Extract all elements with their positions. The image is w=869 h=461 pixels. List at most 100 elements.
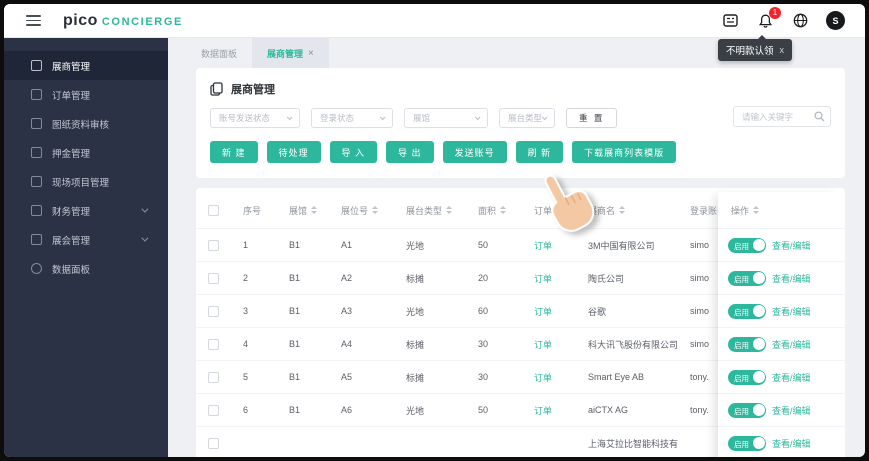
enable-toggle-label: 启用 bbox=[734, 406, 749, 416]
operations-cell: 启用 查看/编辑 bbox=[718, 360, 845, 393]
view-edit-link[interactable]: 查看/编辑 bbox=[772, 272, 811, 285]
claim-card-icon[interactable] bbox=[721, 12, 739, 30]
filter-select[interactable]: 登录状态 bbox=[311, 108, 393, 128]
menu-toggle-icon[interactable] bbox=[26, 15, 41, 26]
order-link[interactable]: 订单 bbox=[534, 305, 588, 318]
exhibitor-management-icon bbox=[31, 60, 42, 71]
enable-toggle-label: 启用 bbox=[734, 274, 749, 284]
view-edit-link[interactable]: 查看/编辑 bbox=[772, 371, 811, 384]
sidebar-item[interactable]: 展会管理 bbox=[4, 225, 168, 254]
onsite-project-icon bbox=[31, 176, 42, 187]
filter-select[interactable]: 账号发送状态 bbox=[210, 108, 300, 128]
enable-toggle[interactable]: 启用 bbox=[728, 369, 766, 385]
enable-toggle[interactable]: 启用 bbox=[728, 402, 766, 418]
col-header-order[interactable]: 订单 bbox=[534, 204, 588, 217]
cell-no: 5 bbox=[243, 372, 249, 382]
sidebar-item[interactable]: 财务管理 bbox=[4, 196, 168, 225]
top-icon-group: 1 S bbox=[721, 6, 845, 30]
view-edit-link[interactable]: 查看/编辑 bbox=[772, 305, 811, 318]
action-button[interactable]: 待处理 bbox=[266, 141, 321, 163]
enable-toggle[interactable]: 启用 bbox=[728, 336, 766, 352]
tab-close-icon[interactable]: × bbox=[308, 48, 314, 59]
sidebar-item[interactable]: 现场项目管理 bbox=[4, 167, 168, 196]
action-button[interactable]: 刷 新 bbox=[515, 141, 564, 163]
globe-icon[interactable] bbox=[791, 12, 809, 30]
col-header-type[interactable]: 展台类型 bbox=[406, 204, 478, 217]
order-link[interactable]: 订单 bbox=[534, 404, 588, 417]
sidebar-item[interactable]: 订单管理 bbox=[4, 80, 168, 109]
enable-toggle[interactable]: 启用 bbox=[728, 303, 766, 319]
notifications-bell-icon[interactable]: 1 bbox=[756, 6, 781, 30]
order-link[interactable]: 订单 bbox=[534, 338, 588, 351]
deposit-management-icon bbox=[31, 147, 42, 158]
action-button[interactable]: 导 入 bbox=[329, 141, 378, 163]
action-button[interactable]: 发送账号 bbox=[442, 141, 507, 163]
cell-area: 60 bbox=[478, 306, 489, 316]
view-edit-link[interactable]: 查看/编辑 bbox=[772, 437, 811, 450]
cell-no: 6 bbox=[243, 405, 249, 415]
toolbar-panel: 展商管理 账号发送状态 登录状态 展馆 展台类型 重 置 请输入关键字 新 建 … bbox=[196, 68, 845, 178]
row-checkbox[interactable] bbox=[207, 371, 219, 383]
view-edit-link[interactable]: 查看/编辑 bbox=[772, 338, 811, 351]
cell-exhibitor-name: 3M中国有限公司 bbox=[588, 240, 655, 251]
view-edit-link[interactable]: 查看/编辑 bbox=[772, 404, 811, 417]
tab-label: 展商管理 bbox=[267, 48, 304, 59]
exhibition-management-icon bbox=[31, 234, 42, 245]
enable-toggle[interactable]: 启用 bbox=[728, 435, 766, 451]
top-bar: pico CONCIERGE 1 S bbox=[4, 4, 865, 38]
action-button[interactable]: 下载展商列表模版 bbox=[572, 141, 677, 163]
toggle-knob bbox=[752, 371, 765, 383]
document-copy-icon bbox=[210, 82, 223, 96]
row-checkbox[interactable] bbox=[207, 437, 219, 449]
enable-toggle-label: 启用 bbox=[734, 307, 749, 317]
toggle-knob bbox=[752, 338, 765, 350]
row-checkbox[interactable] bbox=[207, 338, 219, 350]
window-frame: pico CONCIERGE 1 S 不明款认领 x 展商管理 订单管理 图纸资… bbox=[0, 0, 869, 461]
col-header-operations[interactable]: 操作 bbox=[718, 192, 845, 228]
order-link[interactable]: 订单 bbox=[534, 371, 588, 384]
reset-button[interactable]: 重 置 bbox=[566, 108, 618, 128]
operations-cell: 启用 查看/编辑 bbox=[718, 426, 845, 457]
cell-booth: A1 bbox=[341, 240, 353, 250]
sidebar-item[interactable]: 押金管理 bbox=[4, 138, 168, 167]
cell-no: 2 bbox=[243, 273, 249, 283]
tab[interactable]: 数据面板 bbox=[186, 38, 252, 68]
row-checkbox[interactable] bbox=[207, 272, 219, 284]
sort-icon bbox=[619, 206, 626, 214]
sidebar-item[interactable]: 数据面板 bbox=[4, 254, 168, 283]
cell-exhibitor-name: aiCTX AG bbox=[588, 405, 629, 415]
search-box bbox=[733, 106, 831, 127]
enable-toggle[interactable]: 启用 bbox=[728, 237, 766, 253]
filter-select[interactable]: 展馆 bbox=[404, 108, 488, 128]
cell-exhibitor-name: 上海艾拉比智能科技有 bbox=[588, 438, 679, 449]
enable-toggle[interactable]: 启用 bbox=[728, 270, 766, 286]
tooltip-close-icon[interactable]: x bbox=[780, 45, 785, 55]
row-checkbox[interactable] bbox=[207, 404, 219, 416]
toggle-knob bbox=[752, 239, 765, 251]
tab[interactable]: 展商管理 × bbox=[252, 38, 329, 68]
action-button[interactable]: 导 出 bbox=[386, 141, 434, 163]
col-header-name[interactable]: 展商名 bbox=[588, 204, 690, 217]
order-link[interactable]: 订单 bbox=[534, 272, 588, 285]
order-link[interactable]: 订单 bbox=[534, 239, 588, 252]
app-logo: pico CONCIERGE bbox=[63, 12, 183, 30]
cell-booth: A5 bbox=[341, 372, 353, 382]
cell-booth: A4 bbox=[341, 339, 353, 349]
sidebar-item[interactable]: 展商管理 bbox=[4, 51, 168, 80]
view-edit-link[interactable]: 查看/编辑 bbox=[772, 239, 811, 252]
sort-icon bbox=[446, 206, 453, 214]
col-header-area[interactable]: 面积 bbox=[478, 204, 534, 217]
col-header-booth[interactable]: 展位号 bbox=[341, 204, 406, 217]
sort-icon bbox=[500, 206, 507, 214]
cell-exhibitor-name: 陶氏公司 bbox=[588, 273, 625, 284]
sidebar-item[interactable]: 图纸资料审核 bbox=[4, 109, 168, 138]
filter-select[interactable]: 展台类型 bbox=[499, 108, 556, 128]
action-button[interactable]: 新 建 bbox=[210, 141, 258, 163]
col-header-hall[interactable]: 展馆 bbox=[289, 204, 341, 217]
action-button-row: 新 建 待处理 导 入 导 出 发送账号 刷 新 下载展商列表模版 bbox=[210, 141, 831, 163]
operations-cell: 启用 查看/编辑 bbox=[718, 228, 845, 261]
select-all-checkbox[interactable] bbox=[207, 204, 219, 216]
row-checkbox[interactable] bbox=[207, 305, 219, 317]
row-checkbox[interactable] bbox=[207, 239, 219, 251]
avatar[interactable]: S bbox=[826, 11, 845, 30]
